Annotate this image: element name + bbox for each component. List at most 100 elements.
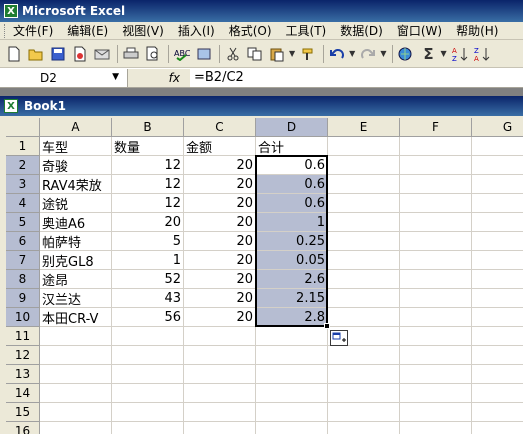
cell-f11[interactable] xyxy=(400,327,472,346)
cell-d2[interactable]: 0.6 xyxy=(256,156,328,175)
fill-handle[interactable] xyxy=(324,323,330,329)
cell-c9[interactable]: 20 xyxy=(184,289,256,308)
cell-c14[interactable] xyxy=(184,384,256,403)
cell-a2[interactable]: 奇骏 xyxy=(40,156,112,175)
row-header-4[interactable]: 4 xyxy=(6,194,40,213)
row-header-2[interactable]: 2 xyxy=(6,156,40,175)
cell-e7[interactable] xyxy=(328,251,400,270)
cell-a7[interactable]: 别克GL8 xyxy=(40,251,112,270)
cell-f7[interactable] xyxy=(400,251,472,270)
sort-desc-icon[interactable]: ZA xyxy=(472,44,492,64)
cell-c11[interactable] xyxy=(184,327,256,346)
column-header-g[interactable]: G xyxy=(472,118,523,137)
menu-view[interactable]: 视图(V) xyxy=(122,22,164,39)
row-header-15[interactable]: 15 xyxy=(6,403,40,422)
autosum-dropdown-icon[interactable]: ▼ xyxy=(440,49,446,58)
cell-g9[interactable] xyxy=(472,289,523,308)
redo-icon[interactable] xyxy=(358,44,378,64)
autosum-icon[interactable]: Σ xyxy=(418,44,438,64)
cell-f3[interactable] xyxy=(400,175,472,194)
row-header-11[interactable]: 11 xyxy=(6,327,40,346)
cell-b13[interactable] xyxy=(112,365,184,384)
cell-e6[interactable] xyxy=(328,232,400,251)
cell-a16[interactable] xyxy=(40,422,112,434)
cell-g14[interactable] xyxy=(472,384,523,403)
row-header-7[interactable]: 7 xyxy=(6,251,40,270)
column-header-e[interactable]: E xyxy=(328,118,400,137)
cell-g15[interactable] xyxy=(472,403,523,422)
auto-fill-options-icon[interactable] xyxy=(330,330,348,346)
formula-input[interactable]: =B2/C2 xyxy=(190,70,244,85)
cell-g8[interactable] xyxy=(472,270,523,289)
cell-c1[interactable]: 金额 xyxy=(184,137,256,156)
cell-d10[interactable]: 2.8 xyxy=(256,308,328,327)
cell-a8[interactable]: 途昂 xyxy=(40,270,112,289)
cell-d1[interactable]: 合计 xyxy=(256,137,328,156)
cell-a13[interactable] xyxy=(40,365,112,384)
cell-f15[interactable] xyxy=(400,403,472,422)
cell-f10[interactable] xyxy=(400,308,472,327)
menu-format[interactable]: 格式(O) xyxy=(229,22,272,39)
row-header-13[interactable]: 13 xyxy=(6,365,40,384)
select-all-corner[interactable] xyxy=(6,118,40,137)
cell-e4[interactable] xyxy=(328,194,400,213)
cell-e5[interactable] xyxy=(328,213,400,232)
cell-d13[interactable] xyxy=(256,365,328,384)
cell-d12[interactable] xyxy=(256,346,328,365)
row-header-16[interactable]: 16 xyxy=(6,422,40,434)
email-icon[interactable] xyxy=(92,44,112,64)
cell-g16[interactable] xyxy=(472,422,523,434)
cell-g1[interactable] xyxy=(472,137,523,156)
row-header-9[interactable]: 9 xyxy=(6,289,40,308)
cell-c16[interactable] xyxy=(184,422,256,434)
insert-function-icon[interactable]: fx xyxy=(128,68,190,87)
cell-g6[interactable] xyxy=(472,232,523,251)
undo-dropdown-icon[interactable]: ▼ xyxy=(349,49,355,58)
cell-b8[interactable]: 52 xyxy=(112,270,184,289)
cell-b4[interactable]: 12 xyxy=(112,194,184,213)
cell-c8[interactable]: 20 xyxy=(184,270,256,289)
cell-f14[interactable] xyxy=(400,384,472,403)
row-header-8[interactable]: 8 xyxy=(6,270,40,289)
cell-c6[interactable]: 20 xyxy=(184,232,256,251)
cell-g13[interactable] xyxy=(472,365,523,384)
cell-g7[interactable] xyxy=(472,251,523,270)
cell-d5[interactable]: 1 xyxy=(256,213,328,232)
cell-f8[interactable] xyxy=(400,270,472,289)
cell-d15[interactable] xyxy=(256,403,328,422)
cell-a1[interactable]: 车型 xyxy=(40,137,112,156)
cell-b10[interactable]: 56 xyxy=(112,308,184,327)
cell-a12[interactable] xyxy=(40,346,112,365)
cell-a14[interactable] xyxy=(40,384,112,403)
column-header-c[interactable]: C xyxy=(184,118,256,137)
cell-c12[interactable] xyxy=(184,346,256,365)
cell-d14[interactable] xyxy=(256,384,328,403)
cell-e12[interactable] xyxy=(328,346,400,365)
menu-insert[interactable]: 插入(I) xyxy=(178,22,215,39)
cell-a6[interactable]: 帕萨特 xyxy=(40,232,112,251)
print-icon[interactable] xyxy=(121,44,141,64)
cell-g2[interactable] xyxy=(472,156,523,175)
cell-d8[interactable]: 2.6 xyxy=(256,270,328,289)
cell-e10[interactable] xyxy=(328,308,400,327)
cell-d7[interactable]: 0.05 xyxy=(256,251,328,270)
cell-f2[interactable] xyxy=(400,156,472,175)
menu-edit[interactable]: 编辑(E) xyxy=(67,22,108,39)
cell-a4[interactable]: 途锐 xyxy=(40,194,112,213)
undo-icon[interactable] xyxy=(327,44,347,64)
cell-b6[interactable]: 5 xyxy=(112,232,184,251)
menu-grip[interactable] xyxy=(4,23,7,38)
cell-e1[interactable] xyxy=(328,137,400,156)
row-header-14[interactable]: 14 xyxy=(6,384,40,403)
column-header-a[interactable]: A xyxy=(40,118,112,137)
cell-d9[interactable]: 2.15 xyxy=(256,289,328,308)
row-header-3[interactable]: 3 xyxy=(6,175,40,194)
cell-b16[interactable] xyxy=(112,422,184,434)
cell-g5[interactable] xyxy=(472,213,523,232)
cell-e8[interactable] xyxy=(328,270,400,289)
format-painter-icon[interactable] xyxy=(298,44,318,64)
cell-a3[interactable]: RAV4荣放 xyxy=(40,175,112,194)
cell-g4[interactable] xyxy=(472,194,523,213)
cell-b11[interactable] xyxy=(112,327,184,346)
cell-b2[interactable]: 12 xyxy=(112,156,184,175)
